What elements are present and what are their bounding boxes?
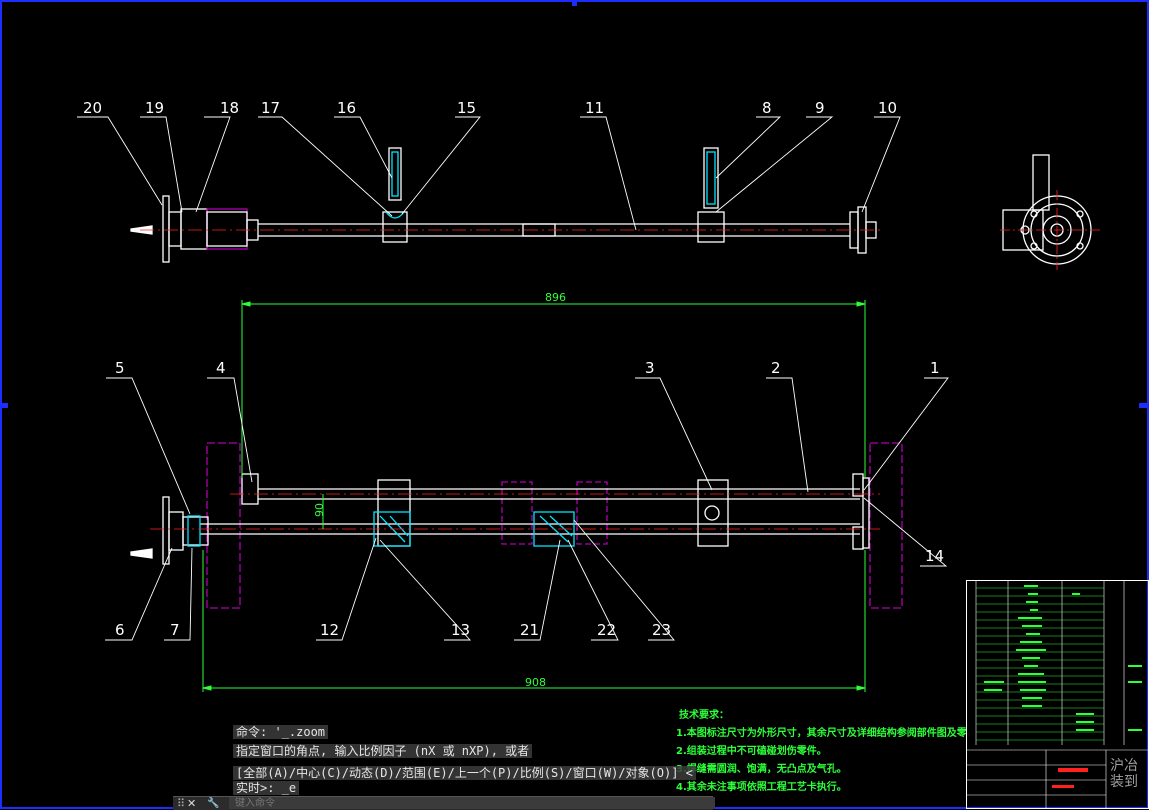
balloon-22: 22 <box>597 621 616 639</box>
top-assembly-view <box>130 147 880 263</box>
notes-line-1: 1.本图标注尺寸为外形尺寸，其余尺寸及详细结构参阅部件图及零件图。 <box>676 728 966 739</box>
command-history-line: 命令: '_.zoom <box>233 723 329 740</box>
balloon-17: 17 <box>261 99 280 117</box>
command-history-text: 命令: '_.zoom <box>233 725 329 739</box>
dimension-top: 896 <box>545 291 566 304</box>
front-assembly-view <box>130 442 903 609</box>
technical-requirements: 技术要求： 1.本图标注尺寸为外形尺寸，其余尺寸及详细结构参阅部件图及零件图。 … <box>676 707 966 797</box>
drag-grip-icon[interactable]: ⠿ <box>177 797 185 810</box>
balloon-14: 14 <box>925 547 944 565</box>
command-history-line: 指定窗口的角点, 输入比例因子 (nX 或 nXP), 或者 <box>233 742 533 759</box>
customize-icon[interactable]: 🔧 <box>207 797 219 810</box>
side-view <box>1000 154 1100 270</box>
balloon-16: 16 <box>337 99 356 117</box>
command-history-line: [全部(A)/中心(C)/动态(D)/范围(E)/上一个(P)/比例(S)/窗口… <box>233 764 696 781</box>
balloon-6: 6 <box>115 621 125 639</box>
notes-line-4: 4.其余未注事项依照工程工艺卡执行。 <box>676 782 847 793</box>
balloon-12: 12 <box>320 621 339 639</box>
balloon-15: 15 <box>457 99 476 117</box>
balloon-18: 18 <box>220 99 239 117</box>
balloon-21: 21 <box>520 621 539 639</box>
balloon-7: 7 <box>170 621 180 639</box>
watermark-line-2: 装到 <box>1110 774 1138 790</box>
watermark: 沪冶 装到 <box>1110 758 1138 790</box>
command-history-line: 实时>: _e <box>233 779 300 796</box>
balloon-20: 20 <box>83 99 102 117</box>
balloon-11: 11 <box>585 99 604 117</box>
dimension-bottom: 908 <box>525 676 546 689</box>
balloon-23: 23 <box>652 621 671 639</box>
command-history-text: 实时>: _e <box>233 781 300 795</box>
balloon-9: 9 <box>815 99 825 117</box>
balloon-1: 1 <box>930 359 940 377</box>
balloon-19: 19 <box>145 99 164 117</box>
watermark-line-1: 沪冶 <box>1110 758 1138 774</box>
balloon-5: 5 <box>115 359 125 377</box>
notes-heading: 技术要求： <box>679 710 729 721</box>
command-history-text: 指定窗口的角点, 输入比例因子 (nX 或 nXP), 或者 <box>233 744 533 758</box>
balloon-4: 4 <box>216 359 226 377</box>
frame-ticks <box>0 0 1147 408</box>
balloon-10: 10 <box>878 99 897 117</box>
notes-line-2: 2.组装过程中不可磕碰划伤零件。 <box>676 746 827 757</box>
balloon-8: 8 <box>762 99 772 117</box>
notes-line-3: 3.焊缝需圆润、饱满，无凸点及气孔。 <box>676 764 847 775</box>
balloon-13: 13 <box>451 621 470 639</box>
command-input[interactable] <box>229 797 715 809</box>
close-icon[interactable]: ✕ <box>187 797 196 810</box>
command-history-text: [全部(A)/中心(C)/动态(D)/范围(E)/上一个(P)/比例(S)/窗口… <box>233 766 696 780</box>
balloon-3: 3 <box>645 359 655 377</box>
command-bar: ⠿ ✕ 🔧 <box>173 796 715 810</box>
dimension-vertical: 90 <box>313 503 326 517</box>
balloon-2: 2 <box>771 359 781 377</box>
balloon-labels: 20 19 18 17 16 15 11 8 9 10 5 4 3 2 1 6 … <box>83 99 944 639</box>
